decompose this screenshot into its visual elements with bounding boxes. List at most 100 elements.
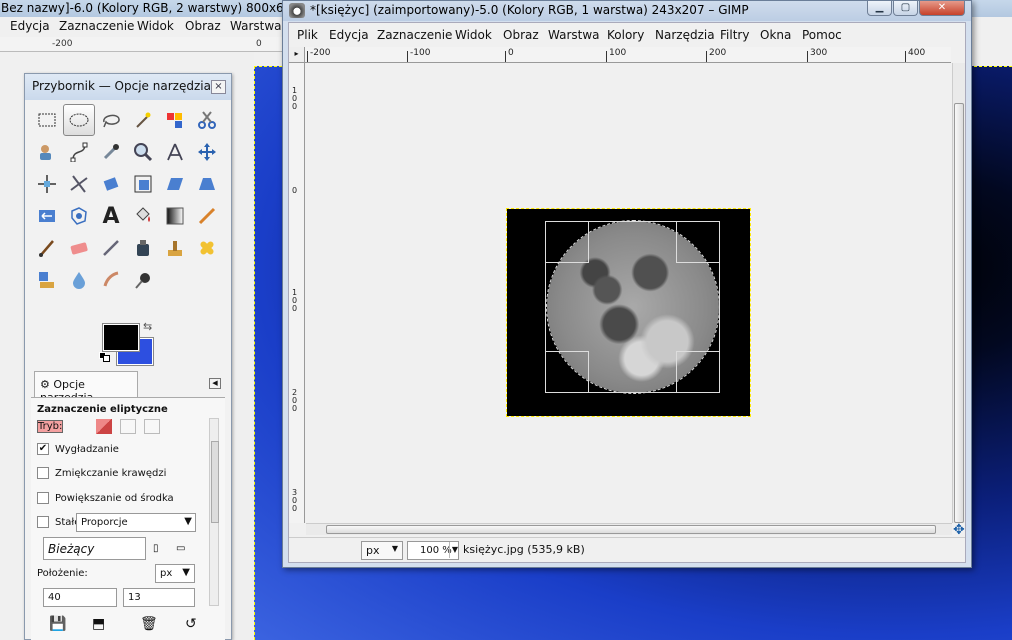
ruler-major-tick — [307, 51, 308, 62]
ellipse-select-icon[interactable] — [63, 104, 95, 136]
ink-icon[interactable] — [127, 232, 159, 264]
tool-options-scrollbar[interactable] — [209, 418, 219, 606]
feather-checkbox[interactable] — [37, 467, 49, 479]
menu-plik[interactable]: Plik — [297, 28, 318, 42]
move-icon[interactable] — [191, 136, 223, 168]
dodge-burn-icon[interactable] — [127, 264, 159, 296]
zoom-icon[interactable] — [127, 136, 159, 168]
shear-icon[interactable] — [159, 168, 191, 200]
bg-menu-obraz[interactable]: Obraz — [185, 19, 221, 33]
foreground-color-swatch[interactable] — [102, 323, 140, 352]
rect-select-icon[interactable] — [31, 104, 63, 136]
menu-filtry[interactable]: Filtry — [720, 28, 749, 42]
expand-checkbox[interactable] — [37, 492, 49, 504]
image-window-content: Plik Edycja Zaznaczenie Widok Obraz Wars… — [288, 22, 966, 563]
restore-options-icon[interactable]: ⬒ — [92, 616, 105, 632]
scale-icon[interactable] — [127, 168, 159, 200]
dock-menu-arrow-icon[interactable]: ◀ — [209, 378, 221, 389]
menu-zaznaczenie[interactable]: Zaznaczenie — [377, 28, 452, 42]
bg-menu-widok[interactable]: Widok — [137, 19, 174, 33]
horizontal-scroll-thumb[interactable] — [326, 525, 936, 534]
flip-icon[interactable] — [31, 200, 63, 232]
align-icon[interactable] — [31, 168, 63, 200]
bg-menu-zaznaczenie[interactable]: Zaznaczenie — [59, 19, 134, 33]
perspective-clone-icon[interactable] — [31, 264, 63, 296]
blend-icon[interactable] — [159, 200, 191, 232]
portrait-icon[interactable]: ▯ — [153, 543, 159, 554]
default-colors-icon[interactable] — [99, 352, 111, 362]
text-icon[interactable]: A — [95, 200, 127, 232]
position-x-input[interactable]: 40 — [43, 588, 117, 607]
vertical-ruler[interactable]: 100 0 100 200 300 — [289, 63, 305, 523]
vertical-scroll-thumb[interactable] — [954, 103, 964, 523]
toolbox-titlebar[interactable]: Przybornik — Opcje narzędzia × — [25, 74, 231, 100]
horizontal-ruler[interactable]: -200 -100 0 100 200 300 400 — [305, 47, 951, 63]
scissors-icon[interactable] — [191, 104, 223, 136]
selection-handle-top-left[interactable] — [545, 221, 589, 263]
color-picker-icon[interactable] — [95, 136, 127, 168]
image-canvas[interactable] — [506, 208, 751, 417]
navigate-icon[interactable]: ✥ — [953, 522, 965, 538]
unit-select[interactable]: px ▼ — [361, 541, 403, 560]
crop-icon[interactable] — [63, 168, 95, 200]
eraser-icon[interactable] — [63, 232, 95, 264]
foreground-select-icon[interactable] — [31, 136, 63, 168]
cage-icon[interactable] — [63, 200, 95, 232]
swap-colors-icon[interactable]: ⇆ — [143, 320, 152, 333]
image-window-titlebar[interactable]: *[księżyc] (zaimportowany)-5.0 (Kolory R… — [283, 1, 971, 21]
horizontal-scrollbar[interactable] — [306, 523, 952, 535]
ellipse-selection-bounds[interactable] — [545, 221, 720, 393]
save-options-icon[interactable]: 💾 — [49, 616, 66, 632]
quick-mask-corner-icon[interactable]: ▸ — [289, 47, 305, 63]
position-unit-select[interactable]: px ▼ — [155, 564, 195, 583]
tab-tool-options[interactable]: ⚙ Opcje narzędzia — [34, 371, 138, 404]
fuzzy-select-icon[interactable] — [127, 104, 159, 136]
landscape-icon[interactable]: ▭ — [176, 543, 185, 554]
smudge-icon[interactable] — [95, 264, 127, 296]
delete-options-icon[interactable]: 🗑 — [140, 616, 158, 632]
paths-icon[interactable] — [63, 136, 95, 168]
mode-subtract-icon[interactable] — [119, 419, 136, 434]
menu-warstwa[interactable]: Warstwa — [548, 28, 600, 42]
menu-okna[interactable]: Okna — [760, 28, 791, 42]
menu-pomoc[interactable]: Pomoc — [802, 28, 842, 42]
blur-icon[interactable] — [63, 264, 95, 296]
measure-icon[interactable] — [159, 136, 191, 168]
menu-widok[interactable]: Widok — [455, 28, 492, 42]
toolbox-close-button[interactable]: × — [211, 80, 226, 94]
airbrush-icon[interactable] — [95, 232, 127, 264]
canvas-area[interactable] — [306, 64, 951, 523]
mode-add-icon[interactable] — [95, 419, 112, 434]
menu-kolory[interactable]: Kolory — [607, 28, 644, 42]
paintbrush-icon[interactable] — [31, 232, 63, 264]
maximize-button[interactable]: ▢ — [893, 1, 918, 16]
mode-intersect-icon[interactable] — [144, 419, 161, 434]
selection-handle-top-right[interactable] — [676, 221, 720, 263]
perspective-icon[interactable] — [191, 168, 223, 200]
heal-icon[interactable] — [191, 232, 223, 264]
clone-icon[interactable] — [159, 232, 191, 264]
menu-narzedzia[interactable]: Narzędzia — [655, 28, 715, 42]
selection-handle-bottom-left[interactable] — [545, 351, 589, 393]
menu-edycja[interactable]: Edycja — [329, 28, 369, 42]
rotate-icon[interactable] — [95, 168, 127, 200]
bucket-fill-icon[interactable] — [127, 200, 159, 232]
bg-menu-edycja[interactable]: Edycja — [10, 19, 50, 33]
free-select-icon[interactable] — [95, 104, 127, 136]
minimize-button[interactable]: ▁ — [867, 1, 892, 16]
color-select-icon[interactable] — [159, 104, 191, 136]
mode-replace-icon[interactable] — [72, 419, 88, 434]
fixed-checkbox[interactable] — [37, 516, 49, 528]
vertical-scrollbar[interactable] — [952, 63, 965, 523]
pencil-icon[interactable] — [191, 200, 223, 232]
close-button[interactable]: ✕ — [919, 1, 965, 16]
selection-handle-bottom-right[interactable] — [676, 351, 720, 393]
zoom-dropdown-icon[interactable]: ▼ — [449, 542, 460, 558]
reset-options-icon[interactable]: ↺ — [185, 616, 197, 632]
menu-obraz[interactable]: Obraz — [503, 28, 539, 42]
aspect-ratio-input[interactable]: Bieżący — [43, 537, 146, 560]
bg-menu-warstwa[interactable]: Warstwa — [230, 19, 282, 33]
position-y-input[interactable]: 13 — [123, 588, 195, 607]
fixed-mode-select[interactable]: Proporcje ▼ — [76, 513, 196, 532]
antialias-checkbox[interactable]: ✔ — [37, 443, 49, 455]
